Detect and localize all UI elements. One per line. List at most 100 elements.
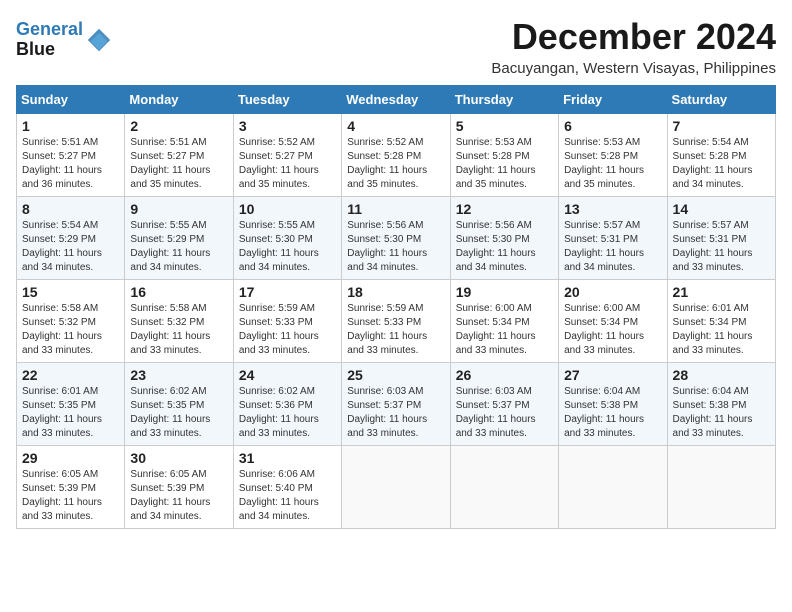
calendar-cell: 28 Sunrise: 6:04 AM Sunset: 5:38 PM Dayl… — [667, 363, 775, 446]
week-row-4: 22 Sunrise: 6:01 AM Sunset: 5:35 PM Dayl… — [17, 363, 776, 446]
day-number: 2 — [130, 118, 227, 134]
calendar-cell: 3 Sunrise: 5:52 AM Sunset: 5:27 PM Dayli… — [233, 114, 341, 197]
day-info: Sunrise: 5:58 AM Sunset: 5:32 PM Dayligh… — [130, 302, 227, 358]
page-header: General Blue December 2024 Bacuyangan, W… — [16, 16, 776, 77]
calendar-cell: 4 Sunrise: 5:52 AM Sunset: 5:28 PM Dayli… — [342, 114, 450, 197]
calendar-cell: 11 Sunrise: 5:56 AM Sunset: 5:30 PM Dayl… — [342, 197, 450, 280]
header-friday: Friday — [559, 86, 667, 114]
calendar-cell: 16 Sunrise: 5:58 AM Sunset: 5:32 PM Dayl… — [125, 280, 233, 363]
day-info: Sunrise: 5:54 AM Sunset: 5:28 PM Dayligh… — [673, 136, 770, 192]
week-row-2: 8 Sunrise: 5:54 AM Sunset: 5:29 PM Dayli… — [17, 197, 776, 280]
calendar-cell: 14 Sunrise: 5:57 AM Sunset: 5:31 PM Dayl… — [667, 197, 775, 280]
day-info: Sunrise: 5:58 AM Sunset: 5:32 PM Dayligh… — [22, 302, 119, 358]
day-info: Sunrise: 6:00 AM Sunset: 5:34 PM Dayligh… — [564, 302, 661, 358]
day-number: 23 — [130, 367, 227, 383]
calendar-cell: 25 Sunrise: 6:03 AM Sunset: 5:37 PM Dayl… — [342, 363, 450, 446]
day-info: Sunrise: 6:05 AM Sunset: 5:39 PM Dayligh… — [22, 468, 119, 524]
calendar-cell: 29 Sunrise: 6:05 AM Sunset: 5:39 PM Dayl… — [17, 446, 125, 529]
calendar-cell: 13 Sunrise: 5:57 AM Sunset: 5:31 PM Dayl… — [559, 197, 667, 280]
header-row: SundayMondayTuesdayWednesdayThursdayFrid… — [17, 86, 776, 114]
calendar-cell: 20 Sunrise: 6:00 AM Sunset: 5:34 PM Dayl… — [559, 280, 667, 363]
day-number: 4 — [347, 118, 444, 134]
calendar-cell: 5 Sunrise: 5:53 AM Sunset: 5:28 PM Dayli… — [450, 114, 558, 197]
day-number: 5 — [456, 118, 553, 134]
day-info: Sunrise: 5:59 AM Sunset: 5:33 PM Dayligh… — [347, 302, 444, 358]
day-info: Sunrise: 5:53 AM Sunset: 5:28 PM Dayligh… — [456, 136, 553, 192]
day-number: 11 — [347, 201, 444, 217]
day-number: 26 — [456, 367, 553, 383]
day-info: Sunrise: 5:59 AM Sunset: 5:33 PM Dayligh… — [239, 302, 336, 358]
logo-icon — [85, 26, 113, 54]
calendar-cell: 22 Sunrise: 6:01 AM Sunset: 5:35 PM Dayl… — [17, 363, 125, 446]
week-row-3: 15 Sunrise: 5:58 AM Sunset: 5:32 PM Dayl… — [17, 280, 776, 363]
day-number: 6 — [564, 118, 661, 134]
calendar-cell: 12 Sunrise: 5:56 AM Sunset: 5:30 PM Dayl… — [450, 197, 558, 280]
title-block: December 2024 Bacuyangan, Western Visaya… — [491, 16, 776, 77]
logo-text: General Blue — [16, 20, 83, 60]
week-row-1: 1 Sunrise: 5:51 AM Sunset: 5:27 PM Dayli… — [17, 114, 776, 197]
day-number: 10 — [239, 201, 336, 217]
day-number: 21 — [673, 284, 770, 300]
week-row-5: 29 Sunrise: 6:05 AM Sunset: 5:39 PM Dayl… — [17, 446, 776, 529]
day-number: 31 — [239, 450, 336, 466]
calendar-cell: 15 Sunrise: 5:58 AM Sunset: 5:32 PM Dayl… — [17, 280, 125, 363]
header-sunday: Sunday — [17, 86, 125, 114]
day-number: 14 — [673, 201, 770, 217]
day-number: 7 — [673, 118, 770, 134]
calendar-cell: 27 Sunrise: 6:04 AM Sunset: 5:38 PM Dayl… — [559, 363, 667, 446]
day-number: 22 — [22, 367, 119, 383]
calendar-cell: 17 Sunrise: 5:59 AM Sunset: 5:33 PM Dayl… — [233, 280, 341, 363]
calendar-cell: 24 Sunrise: 6:02 AM Sunset: 5:36 PM Dayl… — [233, 363, 341, 446]
logo: General Blue — [16, 20, 113, 60]
day-number: 20 — [564, 284, 661, 300]
day-number: 27 — [564, 367, 661, 383]
calendar-cell: 23 Sunrise: 6:02 AM Sunset: 5:35 PM Dayl… — [125, 363, 233, 446]
day-number: 16 — [130, 284, 227, 300]
day-number: 25 — [347, 367, 444, 383]
day-info: Sunrise: 5:55 AM Sunset: 5:30 PM Dayligh… — [239, 219, 336, 275]
day-info: Sunrise: 6:02 AM Sunset: 5:36 PM Dayligh… — [239, 385, 336, 441]
day-number: 30 — [130, 450, 227, 466]
day-info: Sunrise: 6:01 AM Sunset: 5:35 PM Dayligh… — [22, 385, 119, 441]
day-info: Sunrise: 5:55 AM Sunset: 5:29 PM Dayligh… — [130, 219, 227, 275]
calendar-cell: 9 Sunrise: 5:55 AM Sunset: 5:29 PM Dayli… — [125, 197, 233, 280]
month-title: December 2024 — [491, 16, 776, 58]
day-info: Sunrise: 5:56 AM Sunset: 5:30 PM Dayligh… — [456, 219, 553, 275]
day-info: Sunrise: 6:05 AM Sunset: 5:39 PM Dayligh… — [130, 468, 227, 524]
calendar-cell: 10 Sunrise: 5:55 AM Sunset: 5:30 PM Dayl… — [233, 197, 341, 280]
day-info: Sunrise: 6:01 AM Sunset: 5:34 PM Dayligh… — [673, 302, 770, 358]
day-number: 28 — [673, 367, 770, 383]
day-number: 17 — [239, 284, 336, 300]
header-saturday: Saturday — [667, 86, 775, 114]
day-info: Sunrise: 6:06 AM Sunset: 5:40 PM Dayligh… — [239, 468, 336, 524]
location: Bacuyangan, Western Visayas, Philippines — [491, 60, 776, 77]
calendar-cell: 7 Sunrise: 5:54 AM Sunset: 5:28 PM Dayli… — [667, 114, 775, 197]
header-wednesday: Wednesday — [342, 86, 450, 114]
calendar-cell: 18 Sunrise: 5:59 AM Sunset: 5:33 PM Dayl… — [342, 280, 450, 363]
day-info: Sunrise: 5:53 AM Sunset: 5:28 PM Dayligh… — [564, 136, 661, 192]
calendar-table: SundayMondayTuesdayWednesdayThursdayFrid… — [16, 85, 776, 529]
day-number: 8 — [22, 201, 119, 217]
day-info: Sunrise: 6:03 AM Sunset: 5:37 PM Dayligh… — [456, 385, 553, 441]
day-number: 9 — [130, 201, 227, 217]
calendar-cell: 6 Sunrise: 5:53 AM Sunset: 5:28 PM Dayli… — [559, 114, 667, 197]
header-monday: Monday — [125, 86, 233, 114]
day-info: Sunrise: 6:04 AM Sunset: 5:38 PM Dayligh… — [564, 385, 661, 441]
day-info: Sunrise: 5:57 AM Sunset: 5:31 PM Dayligh… — [564, 219, 661, 275]
calendar-cell — [342, 446, 450, 529]
day-number: 19 — [456, 284, 553, 300]
day-number: 12 — [456, 201, 553, 217]
day-number: 18 — [347, 284, 444, 300]
header-tuesday: Tuesday — [233, 86, 341, 114]
day-info: Sunrise: 6:00 AM Sunset: 5:34 PM Dayligh… — [456, 302, 553, 358]
day-info: Sunrise: 6:04 AM Sunset: 5:38 PM Dayligh… — [673, 385, 770, 441]
calendar-cell: 26 Sunrise: 6:03 AM Sunset: 5:37 PM Dayl… — [450, 363, 558, 446]
calendar-cell — [450, 446, 558, 529]
day-info: Sunrise: 6:02 AM Sunset: 5:35 PM Dayligh… — [130, 385, 227, 441]
calendar-cell: 31 Sunrise: 6:06 AM Sunset: 5:40 PM Dayl… — [233, 446, 341, 529]
calendar-cell: 1 Sunrise: 5:51 AM Sunset: 5:27 PM Dayli… — [17, 114, 125, 197]
day-info: Sunrise: 5:54 AM Sunset: 5:29 PM Dayligh… — [22, 219, 119, 275]
day-info: Sunrise: 5:51 AM Sunset: 5:27 PM Dayligh… — [22, 136, 119, 192]
day-number: 13 — [564, 201, 661, 217]
calendar-cell: 8 Sunrise: 5:54 AM Sunset: 5:29 PM Dayli… — [17, 197, 125, 280]
